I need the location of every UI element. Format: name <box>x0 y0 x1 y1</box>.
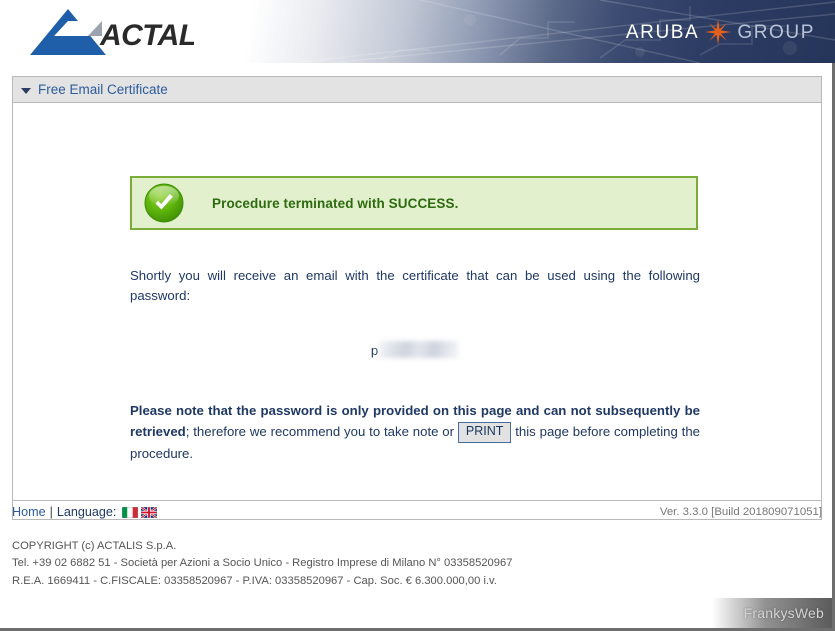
free-email-certificate-panel: Free Email Certificate Procedure termina… <box>12 76 822 520</box>
footer-divider <box>12 500 822 501</box>
footer-bar: Home | Language: Ver. 3.3.0 [Build 20180… <box>12 505 822 519</box>
version-label: Ver. 3.3.0 [Build 201809071051] <box>659 506 822 518</box>
footer-separator: | <box>49 505 53 519</box>
group-word: GROUP <box>737 21 815 43</box>
password-prefix: p <box>370 343 379 358</box>
copyright-line-1: COPYRIGHT (c) ACTALIS S.p.A. <box>12 540 177 552</box>
page-root: ACTALIS ARUBA GROUP <box>0 0 835 631</box>
frankysweb-watermark: FrankysWeb <box>743 605 824 621</box>
page-title: Free Email Certificate <box>38 82 168 97</box>
print-button[interactable]: PRINT <box>457 422 512 443</box>
warning-mid-text: ; therefore we recommend you to take not… <box>185 424 455 440</box>
footer-links: Home | Language: <box>12 505 160 519</box>
language-label: Language: <box>56 505 117 519</box>
triangle-down-icon[interactable] <box>21 87 31 94</box>
site-header-banner: ACTALIS ARUBA GROUP <box>0 0 835 63</box>
intro-paragraph: Shortly you will receive an email with t… <box>130 268 700 304</box>
svg-text:ACTALIS: ACTALIS <box>99 19 194 52</box>
copyright-line-3: R.E.A. 1669411 - C.FISCALE: 03358520967 … <box>12 574 497 587</box>
aruba-group-lockup: ARUBA GROUP <box>626 18 815 46</box>
password-value: p <box>370 341 460 358</box>
home-link[interactable]: Home <box>12 505 46 519</box>
italy-flag-icon[interactable] <box>122 506 139 518</box>
password-display-row: p <box>130 341 700 367</box>
success-message: Procedure terminated with SUCCESS. <box>212 195 459 211</box>
orange-star-icon <box>705 19 732 45</box>
copyright-block: COPYRIGHT (c) ACTALIS S.p.A. Tel. +39 02… <box>12 538 512 590</box>
copyright-line-2: Tel. +39 02 6882 51 - Società per Azioni… <box>12 557 513 570</box>
panel-header[interactable]: Free Email Certificate <box>13 77 821 103</box>
panel-body: Procedure terminated with SUCCESS. Short… <box>13 103 821 519</box>
united-kingdom-flag-icon[interactable] <box>141 506 158 518</box>
aruba-word: ARUBA <box>625 21 700 43</box>
warning-paragraph: Please note that the password is only pr… <box>130 400 700 464</box>
actalis-logo[interactable]: ACTALIS <box>26 5 194 60</box>
success-alert: Procedure terminated with SUCCESS. <box>130 176 698 230</box>
password-redaction-blur <box>379 341 460 358</box>
green-check-circle-icon <box>144 183 184 223</box>
